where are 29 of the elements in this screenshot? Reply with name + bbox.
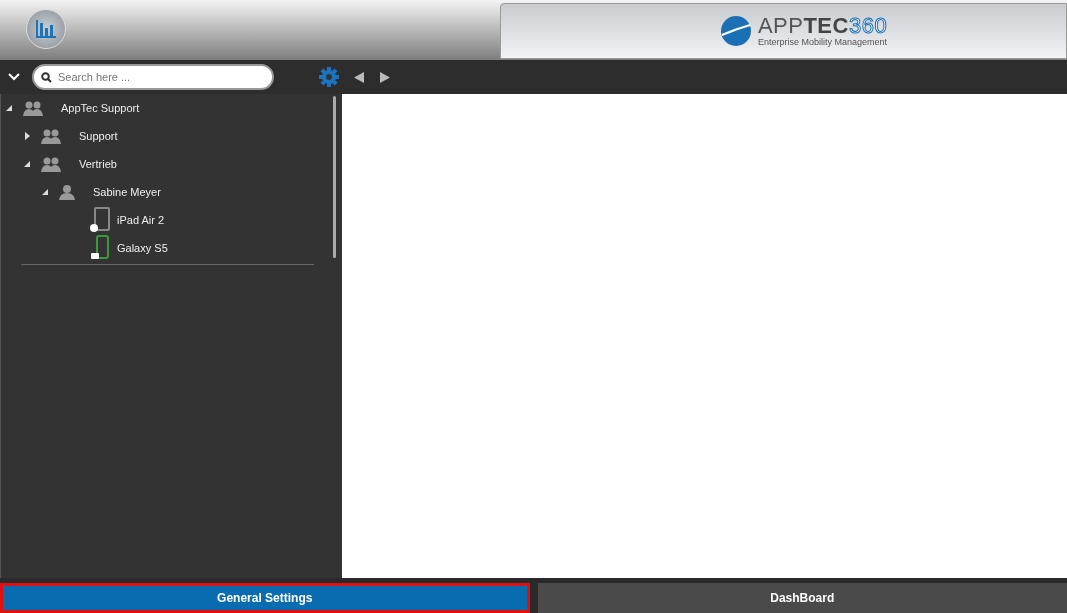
- user-group-icon: [41, 128, 61, 144]
- brand-tagline: Enterprise Mobility Management: [757, 37, 888, 47]
- tree-item-label[interactable]: AppTec Support: [61, 102, 140, 114]
- bottom-tab[interactable]: General Settings: [0, 583, 530, 613]
- expanded-triangle-icon[interactable]: [23, 160, 31, 168]
- tree-item-label[interactable]: Sabine Meyer: [93, 186, 161, 198]
- globe-logo-icon: [719, 15, 752, 47]
- tree-item-label[interactable]: Vertrieb: [79, 158, 117, 170]
- tablet-icon: [89, 207, 111, 233]
- phone-icon: [89, 235, 111, 261]
- right-arrow-icon[interactable]: [379, 71, 390, 83]
- bottom-tab[interactable]: DashBoard: [537, 583, 1067, 613]
- expanded-triangle-icon[interactable]: [5, 104, 13, 112]
- statistics-button[interactable]: [26, 9, 66, 49]
- tree-item-label[interactable]: Galaxy S5: [117, 242, 168, 254]
- brand-name: APPTEC360: [757, 15, 888, 37]
- user-icon: [59, 184, 75, 200]
- search-field[interactable]: Search here ...: [32, 64, 274, 90]
- bar-chart-icon: [35, 19, 57, 39]
- expanded-triangle-icon[interactable]: [41, 188, 49, 196]
- chevron-down-icon[interactable]: [8, 73, 20, 81]
- tree-item-label[interactable]: Support: [79, 130, 118, 142]
- search-icon: [41, 72, 52, 83]
- tree-item-label[interactable]: iPad Air 2: [117, 214, 165, 226]
- left-arrow-icon[interactable]: [354, 71, 365, 83]
- scrollbar-thumb[interactable]: [333, 96, 336, 258]
- user-group-icon: [23, 100, 43, 116]
- collapsed-triangle-icon[interactable]: [23, 132, 31, 140]
- user-group-icon: [41, 156, 61, 172]
